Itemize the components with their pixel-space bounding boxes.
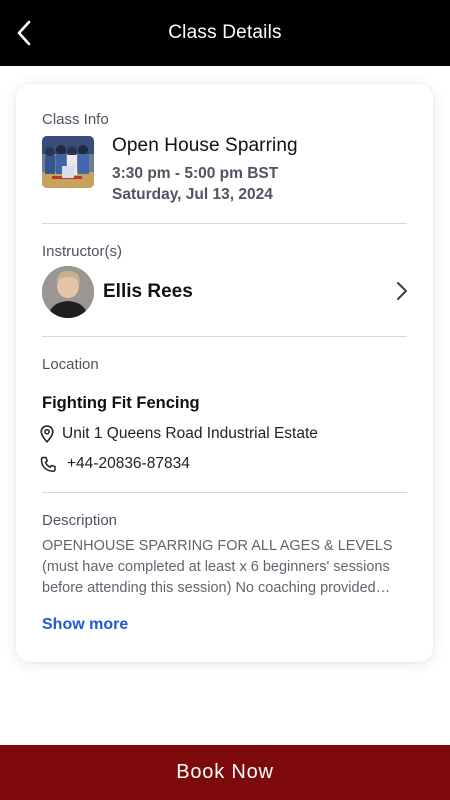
instructor-label: Instructor(s) <box>42 243 123 260</box>
description-text: OPENHOUSE SPARRING FOR ALL AGES & LEVELS… <box>42 538 393 596</box>
page-title: Class Details <box>168 22 282 43</box>
instructor-name: Ellis Rees <box>103 281 193 302</box>
class-date: Saturday, Jul 13, 2024 <box>112 186 273 203</box>
location-phone[interactable]: +44-20836-87834 <box>40 453 190 475</box>
book-now-button[interactable]: Book Now <box>0 745 450 800</box>
chevron-right-icon <box>397 282 407 300</box>
instructor-row[interactable]: Ellis Rees <box>40 264 412 320</box>
divider <box>42 223 407 224</box>
class-name: Open House Sparring <box>112 135 298 156</box>
app-header: Class Details <box>0 0 450 66</box>
location-address[interactable]: Unit 1 Queens Road Industrial Estate <box>40 423 318 445</box>
class-info-label: Class Info <box>42 111 109 128</box>
avatar <box>42 266 94 318</box>
phone-text: +44-20836-87834 <box>67 455 190 472</box>
class-thumbnail <box>42 136 94 188</box>
map-pin-icon <box>40 425 54 443</box>
class-details-card: Class Info Open House Sparring 3:30 pm -… <box>16 84 433 662</box>
location-label: Location <box>42 356 99 373</box>
class-time: 3:30 pm - 5:00 pm BST <box>112 165 279 182</box>
location-name: Fighting Fit Fencing <box>42 394 200 412</box>
show-more-link[interactable]: Show more <box>42 616 128 634</box>
divider <box>42 492 407 493</box>
phone-icon <box>40 456 56 472</box>
divider <box>42 336 407 337</box>
address-text: Unit 1 Queens Road Industrial Estate <box>62 425 318 442</box>
description-label: Description <box>42 512 118 529</box>
